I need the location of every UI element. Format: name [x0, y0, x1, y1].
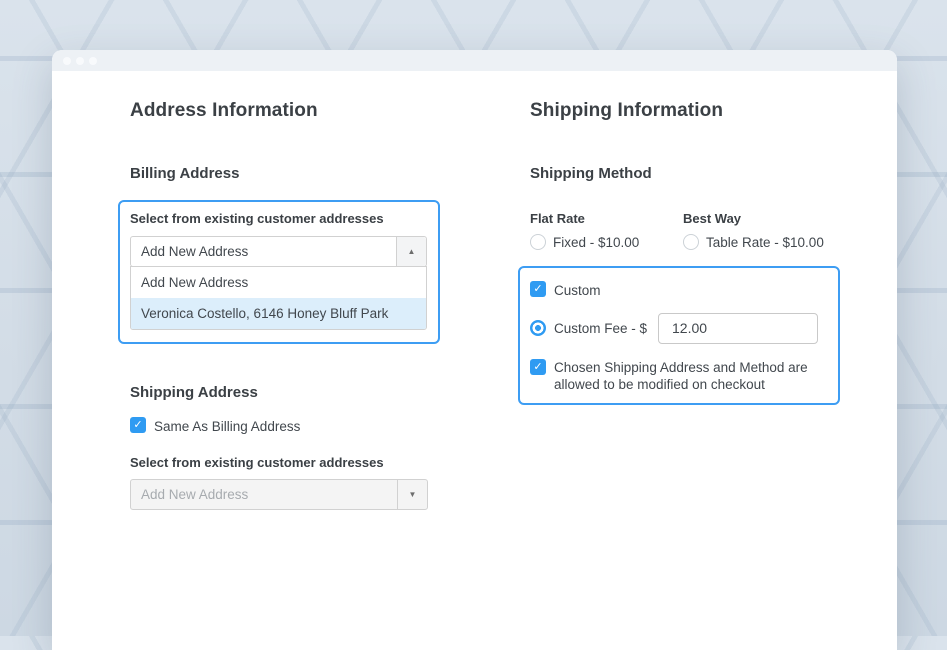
shipping-address-heading: Shipping Address — [130, 384, 490, 401]
shipping-method-carriers: Flat Rate Fixed - $10.00 Best Way Table … — [530, 211, 870, 250]
billing-address-select[interactable]: Add New Address ▲ — [130, 236, 427, 267]
window-control-dot-icon — [76, 57, 84, 65]
custom-fee-label: Custom Fee - $ — [554, 321, 658, 336]
billing-address-select-value: Add New Address — [141, 244, 248, 259]
custom-label: Custom — [554, 281, 601, 299]
same-as-billing-checkbox[interactable]: ✓ — [130, 417, 146, 433]
custom-fee-row: Custom Fee - $ — [530, 313, 826, 344]
shipping-information-section: Shipping Information Shipping Method Fla… — [530, 100, 870, 510]
shipping-select-label: Select from existing customer addresses — [130, 455, 490, 470]
carrier-flat-rate: Flat Rate Fixed - $10.00 — [530, 211, 683, 250]
modify-on-checkout-label: Chosen Shipping Address and Method are a… — [554, 359, 816, 394]
same-as-billing-row[interactable]: ✓ Same As Billing Address — [130, 417, 490, 435]
carrier-best-way-name: Best Way — [683, 211, 824, 226]
address-information-section: Address Information Billing Address Sele… — [130, 100, 490, 510]
check-icon: ✓ — [133, 419, 142, 431]
billing-address-heading: Billing Address — [130, 165, 490, 182]
window-titlebar — [52, 50, 897, 71]
chevron-down-icon: ▼ — [397, 480, 427, 509]
custom-fee-radio[interactable] — [530, 320, 546, 336]
same-as-billing-label: Same As Billing Address — [154, 417, 300, 435]
custom-row[interactable]: ✓ Custom — [530, 281, 826, 299]
form-content: Address Information Billing Address Sele… — [52, 71, 897, 510]
chevron-up-icon[interactable]: ▲ — [396, 237, 426, 266]
carrier-best-way: Best Way Table Rate - $10.00 — [683, 211, 824, 250]
flat-rate-fixed-radio[interactable] — [530, 234, 546, 250]
address-information-title: Address Information — [130, 100, 490, 122]
billing-select-label: Select from existing customer addresses — [130, 211, 427, 226]
shipping-address-select-value: Add New Address — [141, 487, 248, 502]
modify-on-checkout-row[interactable]: ✓ Chosen Shipping Address and Method are… — [530, 359, 826, 394]
custom-fee-input[interactable] — [658, 313, 818, 344]
option-add-new-address[interactable]: Add New Address — [131, 267, 426, 298]
shipping-address-select-disabled: Add New Address ▼ — [130, 479, 428, 510]
flat-rate-fixed-label: Fixed - $10.00 — [553, 235, 639, 250]
shipping-method-heading: Shipping Method — [530, 165, 870, 182]
app-window: Address Information Billing Address Sele… — [52, 50, 897, 650]
modify-on-checkout-checkbox[interactable]: ✓ — [530, 359, 546, 375]
option-veronica-costello[interactable]: Veronica Costello, 6146 Honey Bluff Park — [131, 298, 426, 329]
custom-checkbox[interactable]: ✓ — [530, 281, 546, 297]
best-way-table-rate-label: Table Rate - $10.00 — [706, 235, 824, 250]
best-way-table-rate-radio[interactable] — [683, 234, 699, 250]
flat-rate-fixed-row[interactable]: Fixed - $10.00 — [530, 234, 683, 250]
window-control-dot-icon — [89, 57, 97, 65]
billing-address-panel: Select from existing customer addresses … — [118, 200, 440, 344]
check-icon: ✓ — [533, 361, 542, 373]
shipping-information-title: Shipping Information — [530, 100, 870, 122]
custom-shipping-panel: ✓ Custom Custom Fee - $ ✓ Chosen Shippin… — [518, 266, 840, 405]
window-control-dot-icon — [63, 57, 71, 65]
best-way-table-rate-row[interactable]: Table Rate - $10.00 — [683, 234, 824, 250]
check-icon: ✓ — [533, 283, 542, 295]
carrier-flat-rate-name: Flat Rate — [530, 211, 683, 226]
billing-address-options-list: Add New Address Veronica Costello, 6146 … — [130, 266, 427, 330]
